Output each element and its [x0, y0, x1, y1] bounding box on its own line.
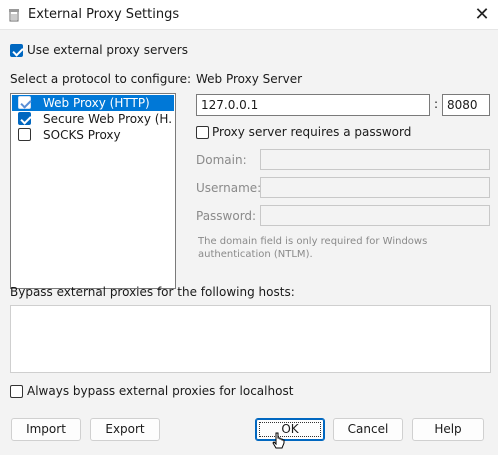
password-input[interactable] — [260, 205, 490, 226]
bypass-localhost-checkbox[interactable] — [10, 385, 23, 398]
export-button[interactable]: Export — [90, 418, 160, 441]
mouse-cursor-icon — [272, 432, 285, 449]
bypass-hosts-textarea[interactable] — [10, 305, 491, 373]
focus-ring — [259, 422, 321, 437]
protocol-item-label: Secure Web Proxy (H... — [43, 112, 173, 126]
proxy-port-input[interactable]: 8080 — [442, 94, 490, 116]
username-input[interactable] — [260, 177, 490, 198]
import-button[interactable]: Import — [11, 418, 81, 441]
protocol-item-secure-web-proxy[interactable]: Secure Web Proxy (H... — [12, 111, 174, 127]
domain-input[interactable] — [260, 149, 490, 170]
window-title: External Proxy Settings — [28, 7, 180, 22]
protocol-checkbox-secure-web-proxy[interactable] — [18, 112, 31, 125]
server-heading: Web Proxy Server — [196, 72, 303, 86]
proxy-host-input[interactable]: 127.0.0.1 — [196, 94, 430, 116]
help-button[interactable]: Help — [412, 418, 484, 441]
protocol-list[interactable]: Web Proxy (HTTP) Secure Web Proxy (H... … — [10, 93, 176, 289]
protocol-item-label: Web Proxy (HTTP) — [43, 96, 150, 110]
protocol-checkbox-socks-proxy[interactable] — [18, 128, 31, 141]
app-icon — [9, 9, 19, 22]
protocol-item-socks-proxy[interactable]: SOCKS Proxy — [12, 127, 174, 143]
cancel-button[interactable]: Cancel — [333, 418, 403, 441]
password-required-label: Proxy server requires a password — [212, 125, 412, 139]
protocol-item-label: SOCKS Proxy — [43, 128, 121, 142]
protocol-heading: Select a protocol to configure: — [10, 72, 192, 86]
close-icon[interactable]: ✕ — [472, 5, 492, 25]
password-label: Password: — [196, 209, 257, 223]
bypass-localhost-label: Always bypass external proxies for local… — [27, 384, 294, 398]
ntlm-note: The domain field is only required for Wi… — [198, 236, 428, 260]
use-external-proxy-label: Use external proxy servers — [27, 43, 188, 57]
domain-label: Domain: — [196, 153, 247, 167]
username-label: Username: — [196, 181, 262, 195]
use-external-proxy-checkbox[interactable] — [10, 44, 23, 57]
protocol-checkbox-web-proxy[interactable] — [18, 96, 31, 109]
bypass-label: Bypass external proxies for the followin… — [10, 285, 295, 299]
host-port-separator: : — [434, 97, 439, 111]
password-required-checkbox[interactable] — [196, 126, 209, 139]
ok-button[interactable]: OK — [255, 418, 325, 441]
protocol-item-web-proxy[interactable]: Web Proxy (HTTP) — [12, 95, 174, 111]
